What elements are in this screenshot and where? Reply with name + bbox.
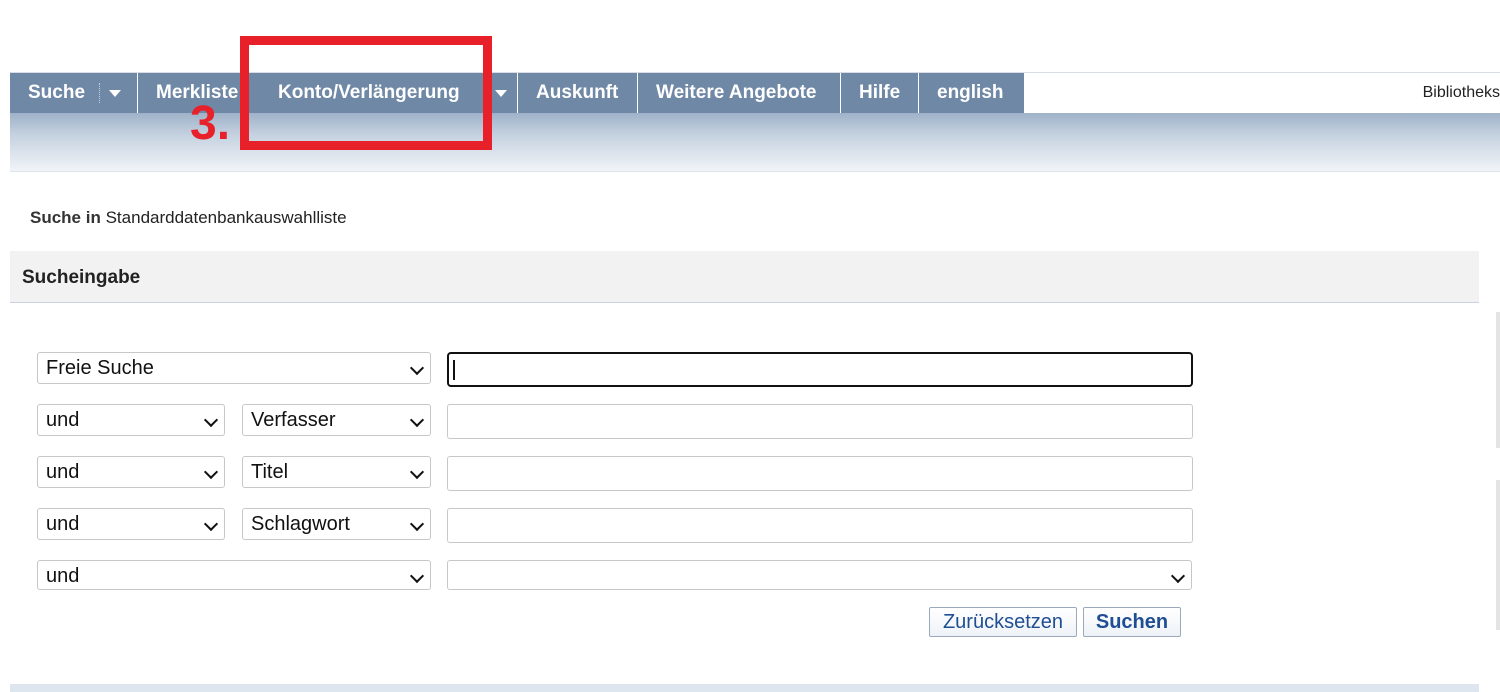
- nav-item-suche[interactable]: Suche: [10, 73, 138, 113]
- search-panel-header: Sucheingabe: [10, 251, 1479, 303]
- search-input-2[interactable]: [447, 404, 1193, 439]
- panel-title: Sucheingabe: [22, 267, 141, 288]
- operator-select-5[interactable]: und: [37, 560, 431, 590]
- field-select-3[interactable]: Titel: [242, 456, 431, 488]
- nav-separator: [99, 83, 101, 103]
- nav-item-label: Suche: [28, 82, 86, 103]
- chevron-down-icon: [409, 412, 425, 428]
- search-scope-label: Suche in: [30, 208, 101, 227]
- select-value: und: [46, 409, 80, 431]
- search-scope-value[interactable]: Standarddatenbankauswahlliste: [106, 208, 347, 227]
- nav-item-weitere-angebote[interactable]: Weitere Angebote: [638, 73, 841, 113]
- select-value: und: [46, 461, 80, 483]
- search-input-1[interactable]: [447, 352, 1193, 387]
- field-select-1[interactable]: Freie Suche: [37, 352, 431, 384]
- operator-select-2[interactable]: und: [37, 404, 225, 436]
- chevron-down-icon: [409, 464, 425, 480]
- select-value: und: [46, 565, 80, 587]
- value-select-5[interactable]: [447, 560, 1192, 590]
- operator-select-3[interactable]: und: [37, 456, 225, 488]
- select-value: Verfasser: [251, 409, 336, 431]
- nav-item-auskunft[interactable]: Auskunft: [518, 73, 638, 113]
- select-value: Titel: [251, 461, 289, 483]
- chevron-down-icon: [1170, 568, 1186, 584]
- library-link[interactable]: Bibliotheks: [1423, 73, 1500, 113]
- annotation-highlight-box: [240, 36, 492, 150]
- search-input-4[interactable]: [447, 508, 1193, 543]
- search-button[interactable]: Suchen: [1083, 607, 1181, 637]
- results-bar: [10, 684, 1479, 692]
- scrollbar-track[interactable]: [1496, 312, 1500, 448]
- chevron-down-icon: [409, 568, 425, 584]
- main-navigation: Suche Merkliste Konto/Verlängerung Ausku…: [10, 73, 1500, 113]
- select-value: Schlagwort: [251, 513, 350, 535]
- scrollbar-track[interactable]: [1496, 480, 1500, 630]
- chevron-down-icon: [409, 516, 425, 532]
- annotation-step-number: 3.: [190, 97, 231, 150]
- nav-item-label: Auskunft: [536, 82, 619, 103]
- nav-item-label: Weitere Angebote: [656, 82, 817, 103]
- nav-item-label: Hilfe: [859, 82, 901, 103]
- operator-select-4[interactable]: und: [37, 508, 225, 540]
- nav-items: Suche Merkliste Konto/Verlängerung Ausku…: [10, 73, 1025, 113]
- field-select-4[interactable]: Schlagwort: [242, 508, 431, 540]
- chevron-down-icon: [203, 516, 219, 532]
- chevron-down-icon: [203, 412, 219, 428]
- chevron-down-icon: [409, 360, 425, 376]
- nav-item-label: english: [937, 82, 1004, 103]
- search-scope: Suche in Standarddatenbankauswahlliste: [30, 208, 347, 228]
- caret-down-icon[interactable]: [495, 89, 507, 97]
- nav-item-english[interactable]: english: [919, 73, 1025, 113]
- nav-item-hilfe[interactable]: Hilfe: [841, 73, 919, 113]
- caret-down-icon[interactable]: [109, 89, 122, 97]
- search-input-3[interactable]: [447, 456, 1193, 491]
- select-value: und: [46, 513, 80, 535]
- field-select-2[interactable]: Verfasser: [242, 404, 431, 436]
- reset-button[interactable]: Zurücksetzen: [929, 607, 1077, 637]
- nav-gradient-bar: [10, 113, 1500, 172]
- chevron-down-icon: [203, 464, 219, 480]
- text-cursor: [453, 360, 455, 380]
- select-value: Freie Suche: [46, 357, 154, 379]
